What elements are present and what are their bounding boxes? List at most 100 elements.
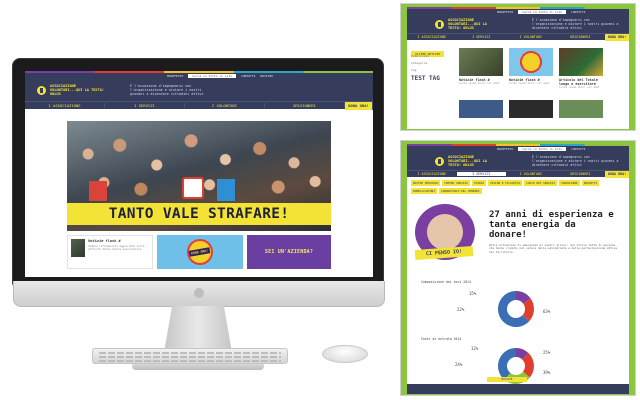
key-row	[99, 356, 281, 358]
news-tile-image	[559, 48, 603, 76]
about-page: MANIFESTO Cerca in tutto il sito CONTATT…	[407, 144, 629, 394]
subnav-item[interactable]: VISION E FILOSOFIA	[487, 180, 523, 186]
news-page: MANIFESTO Cerca in tutto il sito CONTATT…	[407, 7, 629, 129]
subnav-item[interactable]: CENTRO SERVIZI	[442, 180, 470, 186]
nav-item-associazione[interactable]: I ASSOCIAZIONE	[407, 172, 457, 176]
stat-value: 39%	[543, 370, 551, 375]
news-tile-title: Articolo del Totale lungo e esercitare	[559, 78, 598, 86]
news-tiles: Notizie flash # Lorem ipsum dolor sit am…	[459, 48, 603, 89]
feature-label: CI PENSO IO!	[414, 245, 474, 261]
tagline: È l'occasione d'impegnarsi con l'organiz…	[532, 18, 619, 30]
donut-chart	[498, 291, 534, 327]
company-card[interactable]: SEI UN'AZIENDA?	[247, 235, 331, 269]
logo-icon[interactable]	[37, 85, 46, 95]
mouse	[322, 345, 368, 363]
nav-item-grigioneri[interactable]: GRIGIONERI	[556, 35, 606, 39]
news-page-preview: MANIFESTO Cerca in tutto il sito CONTATT…	[400, 3, 636, 131]
footer-button[interactable]: NOTIZIE	[487, 377, 527, 382]
news-tile[interactable]: Notizie flash # Lorem ipsum dolor sit am…	[509, 48, 553, 89]
util-link-contatti[interactable]: CONTATTI	[241, 74, 255, 78]
header-row: ASSOCIAZIONE VOLONTARI...QUI LA TESTA! O…	[407, 15, 629, 33]
nav-item-associazione[interactable]: I ASSOCIAZIONE	[407, 35, 457, 39]
nav-item-volontari[interactable]: I VOLONTARI	[506, 172, 556, 176]
news-tile[interactable]: Notizie flash # Lorem ipsum dolor sit am…	[459, 48, 503, 89]
site-header: MANIFESTO Cerca in tutto il sito CONTATT…	[25, 73, 373, 110]
util-link-contatti[interactable]: CONTATTI	[571, 147, 585, 151]
nav-item-grigioneri[interactable]: GRIGIONERI	[265, 103, 345, 108]
util-link-manifesto[interactable]: MANIFESTO	[497, 147, 513, 151]
main-nav: I ASSOCIAZIONE I SERVIZI I VOLONTARI GRI…	[25, 101, 373, 110]
news-tile-image[interactable]	[559, 100, 603, 118]
donate-button[interactable]: DONA ORA!	[345, 101, 373, 110]
nav-item-servizi[interactable]: I SERVIZI	[456, 172, 506, 176]
search-input[interactable]: Cerca in tutto il sito	[518, 147, 567, 151]
util-link-notizie[interactable]: NOTIZIE	[260, 74, 273, 78]
brand-name[interactable]: ASSOCIAZIONE VOLONTARI...QUI LA TESTA! O…	[448, 18, 494, 30]
stat-value: 22%	[457, 307, 465, 312]
subnav-item[interactable]: LABORATORIO DEL VENERDÌ	[438, 188, 482, 194]
imac-screen-frame: MANIFESTO Cerca in tutto il sito CONTATT…	[12, 58, 385, 307]
logo-icon[interactable]	[435, 156, 444, 166]
about-page-preview: MANIFESTO Cerca in tutto il sito CONTATT…	[400, 140, 636, 396]
nav-item-grigioneri[interactable]: GRIGIONERI	[556, 172, 606, 176]
news-tile-image[interactable]	[459, 100, 503, 118]
donate-card[interactable]: DONA ORA!	[157, 235, 243, 269]
news-tile-image	[459, 48, 503, 76]
search-input[interactable]: Cerca in tutto il sito	[518, 10, 567, 14]
news-card-text: Notizie flash # Sempre informazioni aggi…	[85, 239, 149, 265]
brand-name[interactable]: ASSOCIAZIONE VOLONTARI...QUI LA TESTA! O…	[448, 155, 494, 167]
apple-logo-icon	[194, 288, 204, 298]
donate-button[interactable]: DONA ORA!	[605, 170, 629, 178]
main-nav: I ASSOCIAZIONE I SERVIZI I VOLONTARI GRI…	[407, 170, 629, 178]
portrait-face	[427, 214, 463, 250]
subnav-item[interactable]: STORIA	[471, 180, 486, 186]
news-card-body: Sempre informazioni aggiornate sulle att…	[88, 245, 145, 252]
tag-title: TEST TAG	[411, 75, 440, 82]
stat-value: 25%	[543, 350, 551, 355]
util-link-manifesto[interactable]: MANIFESTO	[497, 10, 513, 14]
homepage-screen: MANIFESTO Cerca in tutto il sito CONTATT…	[25, 71, 373, 277]
search-input[interactable]: Cerca in tutto il sito	[188, 74, 237, 78]
imac-chin	[13, 281, 385, 307]
subnav-item[interactable]: PUBBLICAZIONI	[411, 188, 437, 194]
subnav-item[interactable]: CARTA DEI SERVIZI	[524, 180, 557, 186]
hero-banner: TANTO VALE STRAFARE!	[67, 203, 331, 225]
company-card-label: SEI UN'AZIENDA?	[264, 249, 314, 255]
nav-item-servizi[interactable]: I SERVIZI	[105, 103, 185, 108]
subnav-item[interactable]: CONSULENZE	[558, 180, 580, 186]
stat-value: 24%	[455, 362, 463, 367]
stat-chart-1: 15% 22% 63%	[421, 287, 611, 331]
stat-value: 63%	[543, 309, 551, 314]
util-link-manifesto[interactable]: MANIFESTO	[167, 74, 183, 78]
subnav-item[interactable]: NOSTRO PERCORSO	[411, 180, 441, 186]
news-tile-body: Lorem ipsum dolor sit amet	[509, 82, 550, 85]
stat-title: Fonti di entrata 2014	[421, 337, 462, 341]
header-row: ASSOCIAZIONE VOLONTARI...QUI LA TESTA! O…	[407, 152, 629, 170]
brand-name[interactable]: ASSOCIAZIONE VOLONTARI...QUI LA TESTA! O…	[50, 84, 106, 97]
hero-sign	[182, 177, 204, 199]
hero-figure	[217, 179, 235, 201]
news-tile-image[interactable]	[509, 100, 553, 118]
site-header: MANIFESTO Cerca in tutto il sito CONTATT…	[407, 9, 629, 41]
nav-item-associazione[interactable]: I ASSOCIAZIONE	[25, 103, 105, 108]
imac-mockup: MANIFESTO Cerca in tutto il sito CONTATT…	[12, 58, 385, 372]
nav-item-servizi[interactable]: I SERVIZI	[457, 35, 507, 39]
header-row: ASSOCIAZIONE VOLONTARI...QUI LA TESTA! O…	[25, 79, 373, 101]
news-sidebar: Pubblicato Categoria Tag TEST TAG	[411, 54, 451, 85]
news-card[interactable]: Notizie flash # Sempre informazioni aggi…	[67, 235, 153, 269]
news-tiles-row2	[459, 100, 603, 118]
hero-figure	[89, 181, 107, 201]
hero-image: TANTO VALE STRAFARE!	[67, 121, 331, 231]
util-link-contatti[interactable]: CONTATTI	[571, 10, 585, 14]
nav-item-volontari[interactable]: I VOLONTARI	[185, 103, 265, 108]
sub-nav: NOSTRO PERCORSO CENTRO SERVIZI STORIA VI…	[407, 177, 629, 197]
nav-item-volontari[interactable]: I VOLONTARI	[506, 35, 556, 39]
main-nav: I ASSOCIAZIONE I SERVIZI I VOLONTARI GRI…	[407, 33, 629, 41]
donate-badge: DONA ORA!	[189, 247, 211, 257]
site-header: MANIFESTO Cerca in tutto il sito CONTATT…	[407, 146, 629, 178]
logo-icon[interactable]	[435, 19, 444, 29]
news-tile[interactable]: Articolo del Totale lungo e esercitare L…	[559, 48, 603, 89]
subnav-item[interactable]: PROGETTI	[581, 180, 600, 186]
feature-portrait: CI PENSO IO!	[414, 204, 475, 261]
key-row	[99, 352, 281, 354]
